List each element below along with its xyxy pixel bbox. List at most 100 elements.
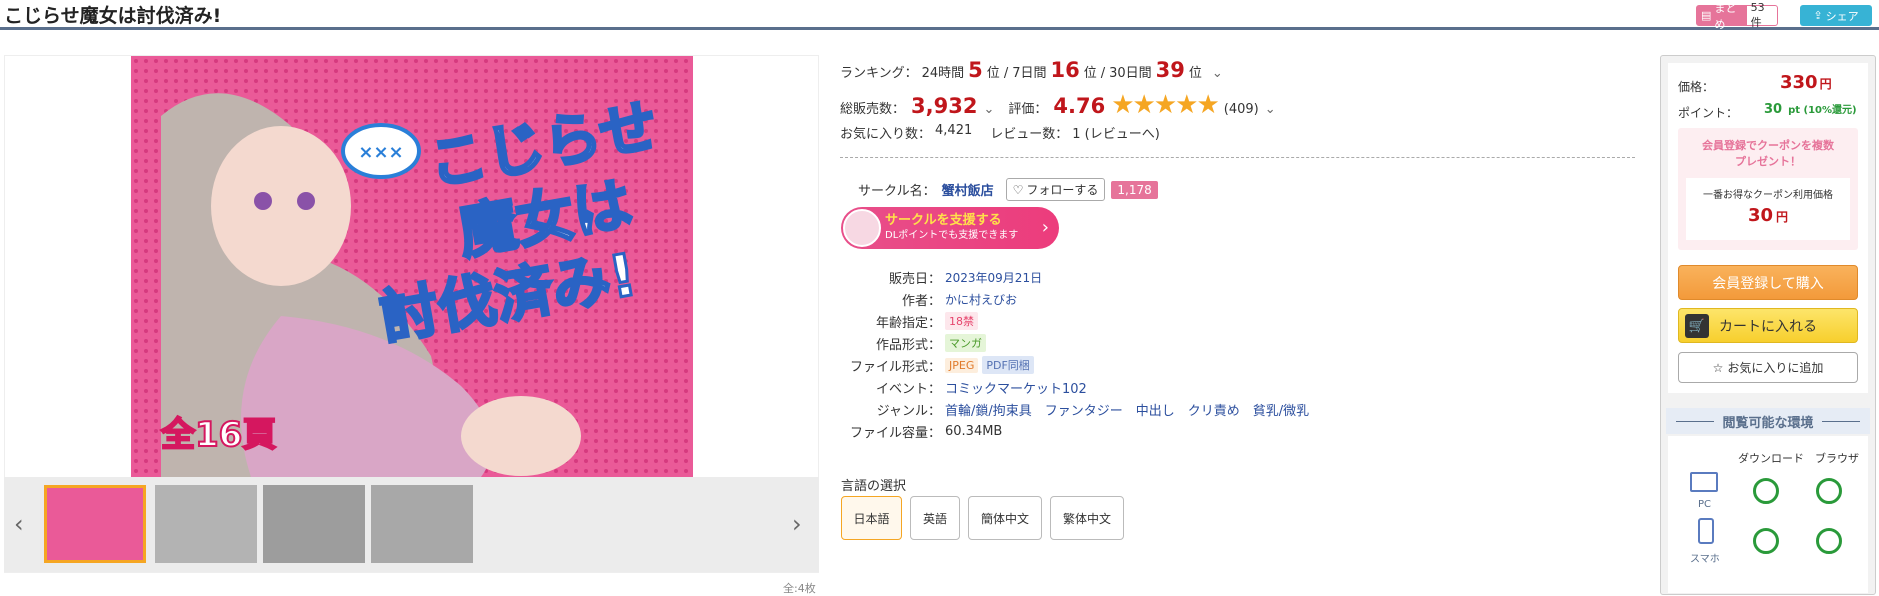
coupon-sub: 一番お得なクーポン利用価格 [1703,190,1833,201]
circle-label: サークル名： [858,184,936,199]
pc-browser-ok-icon [1816,478,1842,504]
chevron-down-icon[interactable]: ⌄ [983,102,994,117]
sales-label: 総販売数： [840,102,906,117]
matome-label: まとめ [1714,1,1737,31]
page-header [0,0,1879,30]
lang-option-english[interactable]: 英語 [910,496,960,540]
pc-icon [1690,472,1718,492]
thumbnail-3[interactable] [263,485,365,563]
event-link[interactable]: コミックマーケット102 [945,378,1087,397]
ranking-30d-label: 30日間 [1109,66,1152,81]
share-label: シェア [1825,9,1859,23]
coupon-title-1: 会員登録でクーポンを複数 [1702,139,1834,152]
matome-count: 53件 [1750,1,1765,29]
heart-icon: ♡ [1012,182,1024,197]
fav-label: お気に入りに追加 [1727,361,1824,375]
divider [840,157,1635,158]
point-value: 30 [1764,102,1783,117]
cover-badge: 全16頁 [160,415,276,455]
age-rating-badge[interactable]: 18禁 [945,312,978,330]
avatar [843,209,881,247]
file-format-badge[interactable]: PDF同梱 [982,356,1034,374]
next-arrow-icon[interactable]: › [792,510,802,538]
file-format-badge[interactable]: JPEG [945,357,979,373]
bookmark-icon: ▤ [1701,9,1712,22]
release-date-link[interactable]: 2023年09月21日 [945,269,1042,286]
ranking-unit: 位 [1188,66,1202,81]
prev-arrow-icon[interactable]: ‹ [14,510,24,538]
star-outline-icon: ☆ [1712,360,1724,375]
follow-button[interactable]: ♡ フォローする [1005,178,1106,201]
detail-label: イベント： [875,381,941,397]
ranking-label: ランキング： [840,66,918,81]
support-title: サークルを支援する [885,213,1002,228]
price-unit: 円 [1819,77,1832,91]
star-rating-icon: ★★★★★ [1111,90,1220,120]
ranking-unit: 位 [986,66,1000,81]
chevron-right-icon: › [1041,217,1049,238]
env-pc-label: PC [1698,499,1712,510]
coupon-unit: 円 [1776,210,1789,224]
circle-name-link[interactable]: 蟹村飯店 [942,180,994,199]
env-phone-label: スマホ [1690,554,1720,565]
circle-row: サークル名： 蟹村飯店 ♡ フォローする 1,178 [858,178,1158,201]
review-count-label: レビュー数： [990,127,1069,142]
ranking-24h-label: 24時間 [921,66,965,81]
review-count-link[interactable]: 1 (レビューへ) [1072,123,1160,142]
env-col-browser: ブラウザ [1815,452,1859,465]
cart-icon: 🛒 [1685,314,1709,338]
genre-links[interactable]: 首輪/鎖/拘束具 ファンタジー 中出し クリ責め 貧乳/微乳 [945,400,1309,419]
detail-row: イベント： コミックマーケット102 [840,376,1340,398]
follower-count: 1,178 [1111,180,1158,199]
matome-button[interactable]: ▤ まとめ 53件 [1696,1,1778,31]
register-purchase-button[interactable]: 会員登録して購入 [1678,265,1858,300]
lang-option-traditional-chinese[interactable]: 繁体中文 [1050,496,1124,540]
detail-row: 年齢指定： 18禁 [840,310,1340,332]
fav-count-label: お気に入り数： [840,127,932,142]
pc-download-ok-icon [1753,478,1779,504]
support-circle-button[interactable]: サークルを支援する DLポイントでも支援できます › [841,207,1059,249]
chevron-down-icon[interactable]: ⌄ [1265,102,1276,117]
lang-option-simplified-chinese[interactable]: 簡体中文 [968,496,1042,540]
rating-count[interactable]: (409) [1224,102,1259,117]
ranking-24h-value: 5 [968,58,983,82]
phone-download-ok-icon [1753,528,1779,554]
follow-label: フォローする [1026,183,1099,197]
thumbnail-1[interactable] [44,485,146,563]
detail-row: ファイル形式： JPEG PDF同梱 [840,354,1340,376]
chevron-down-icon[interactable]: ⌄ [1212,66,1223,81]
ranking-row: ランキング： 24時間 5 位 / 7日間 16 位 / 30日間 39 位 ⌄ [840,58,1223,82]
detail-row: ファイル容量： 60.34MB [840,420,1340,442]
image-count: 全:4枚 [783,582,816,595]
point-row: 30 pt (10%還元) [1764,101,1857,117]
lang-option-japanese[interactable]: 日本語 [841,496,902,540]
detail-label: 年齢指定： [875,315,941,331]
page-title: こじらせ魔女は討伐済み! [4,5,222,27]
ranking-7d-value: 16 [1050,58,1080,82]
sales-value: 3,932 [911,94,978,118]
ranking-unit: 位 [1083,66,1097,81]
share-icon: ⇪ [1813,9,1823,22]
detail-label: 販売日： [888,271,941,287]
details-table: 販売日： 2023年09月21日 作者： かに村えびお 年齢指定： 18禁 作品… [840,266,1340,442]
price-value: 330 [1780,72,1818,93]
cover-image[interactable]: ××× こじらせ 魔女は 討伐済み! 全16頁 [131,56,693,477]
add-to-cart-button[interactable]: 🛒 カートに入れる [1678,308,1858,343]
ranking-sep: / [1003,66,1009,81]
detail-label: ジャンル： [876,403,941,419]
share-button[interactable]: ⇪ シェア [1800,5,1872,26]
detail-label: 作者： [901,293,941,309]
coupon-box[interactable]: 会員登録でクーポンを複数 プレゼント！ 一番お得なクーポン利用価格 30 円 [1678,128,1858,250]
author-link[interactable]: かに村えびお [945,291,1017,308]
detail-row: 販売日： 2023年09月21日 [840,266,1340,288]
fav-count-value: 4,421 [935,123,973,138]
thumbnail-4[interactable] [371,485,473,563]
support-subtitle: DLポイントでも支援できます [885,230,1019,241]
detail-label: ファイル形式： [849,359,941,375]
language-label: 言語の選択 [841,479,907,494]
work-format-badge[interactable]: マンガ [945,334,986,352]
file-size-value: 60.34MB [945,423,1003,439]
thumbnail-2[interactable] [155,485,257,563]
point-label: ポイント： [1678,106,1739,120]
add-favorite-button[interactable]: ☆ お気に入りに追加 [1678,352,1858,383]
